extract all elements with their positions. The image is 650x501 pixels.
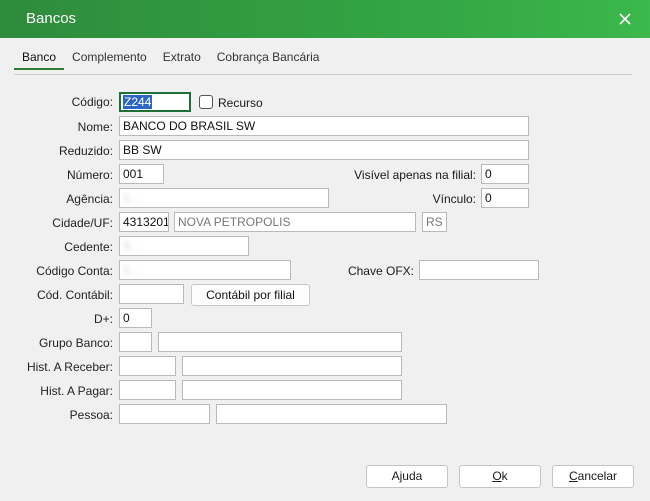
tab-complemento[interactable]: Complemento [64, 46, 155, 68]
ok-label-rest: k [501, 469, 508, 483]
numero-field[interactable]: 001 [119, 164, 164, 184]
reduzido-field[interactable]: BB SW [119, 140, 529, 160]
reduzido-label: Reduzido: [58, 144, 113, 158]
nome-label: Nome: [77, 120, 113, 134]
tab-banco[interactable]: Banco [14, 46, 65, 70]
hist-pagar-desc-field[interactable] [182, 380, 402, 400]
cedente-value: 3… [123, 239, 142, 253]
tab-extrato[interactable]: Extrato [155, 46, 209, 68]
codigo-conta-field[interactable]: 1… [119, 260, 291, 280]
cidade-uf-label: Cidade/UF: [52, 216, 113, 230]
visivel-field[interactable]: 0 [481, 164, 529, 184]
grupo-banco-label: Grupo Banco: [38, 336, 113, 350]
hist-receber-label: Hist. A Receber: [26, 360, 113, 374]
cedente-field[interactable]: 3… [119, 236, 249, 256]
cod-contabil-field[interactable] [119, 284, 184, 304]
ok-mnemonic: O [492, 469, 502, 483]
hist-pagar-label: Hist. A Pagar: [40, 384, 113, 398]
hist-receber-code-field[interactable] [119, 356, 176, 376]
agencia-label: Agência: [66, 192, 113, 206]
codigo-conta-label: Código Conta: [36, 264, 113, 278]
vinculo-label: Vínculo: [432, 192, 476, 206]
chave-ofx-label: Chave OFX: [347, 264, 414, 278]
close-icon[interactable] [614, 8, 636, 30]
recurso-label: Recurso [218, 96, 263, 110]
uf-field: RS [422, 212, 447, 232]
numero-label: Número: [66, 168, 113, 182]
d-plus-field[interactable]: 0 [119, 308, 152, 328]
hist-pagar-code-field[interactable] [119, 380, 176, 400]
agencia-value: 1… [123, 191, 142, 205]
d-plus-label: D+: [93, 312, 113, 326]
cedente-label: Cedente: [64, 240, 113, 254]
cancelar-button[interactable]: Cancelar [552, 465, 634, 488]
contabil-por-filial-button[interactable]: Contábil por filial [191, 284, 310, 306]
pessoa-label: Pessoa: [69, 408, 113, 422]
codigo-field[interactable]: Z244 [119, 92, 191, 112]
agencia-field[interactable]: 1… [119, 188, 329, 208]
grupo-banco-code-field[interactable] [119, 332, 152, 352]
cidade-name-field: NOVA PETROPOLIS [174, 212, 416, 232]
cancelar-mnemonic: C [568, 469, 578, 483]
hist-receber-desc-field[interactable] [182, 356, 402, 376]
chave-ofx-field[interactable] [419, 260, 539, 280]
nome-field[interactable]: BANCO DO BRASIL SW [119, 116, 529, 136]
pessoa-desc-field[interactable] [216, 404, 447, 424]
vinculo-field[interactable]: 0 [481, 188, 529, 208]
cancelar-label-rest: ancelar [577, 469, 618, 483]
ajuda-button[interactable]: Ajuda [366, 465, 448, 488]
cod-contabil-label: Cód. Contábil: [36, 288, 113, 302]
grupo-banco-desc-field[interactable] [158, 332, 402, 352]
pessoa-code-field[interactable] [119, 404, 210, 424]
codigo-label: Código: [71, 95, 113, 109]
ok-button[interactable]: Ok [459, 465, 541, 488]
codigo-value: Z244 [123, 95, 153, 109]
window-title: Bancos [26, 10, 77, 27]
tab-cobranca-bancaria[interactable]: Cobrança Bancária [209, 46, 328, 68]
codigo-conta-value: 1… [123, 263, 142, 277]
cidade-code-field[interactable]: 4313201 [119, 212, 169, 232]
tab-divider [14, 74, 632, 75]
tab-bar: Banco Complemento Extrato Cobrança Bancá… [14, 46, 328, 70]
visivel-label: Visível apenas na filial: [354, 168, 476, 182]
recurso-checkbox[interactable] [199, 95, 213, 109]
title-bar: Bancos [0, 0, 650, 38]
